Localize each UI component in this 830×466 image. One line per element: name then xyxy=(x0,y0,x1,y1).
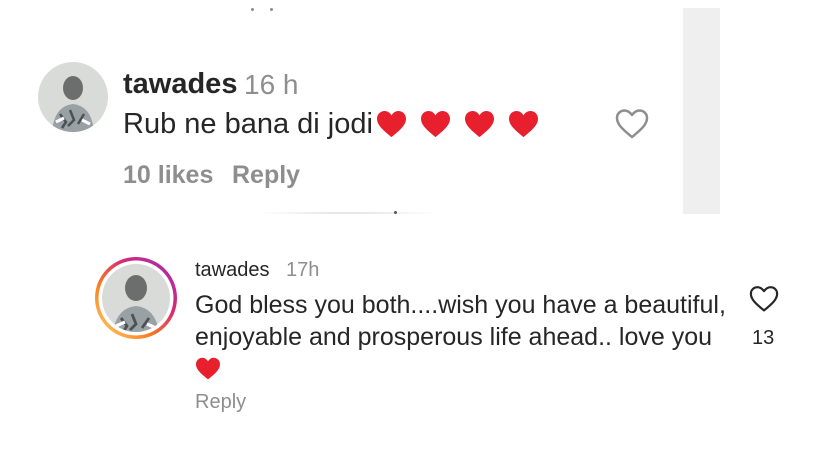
avatar[interactable] xyxy=(38,62,108,132)
comment-body: Rub ne bana di jodi xyxy=(123,108,373,140)
avatar-photo xyxy=(95,257,177,339)
heart-emoji xyxy=(376,110,406,138)
like-count: 13 xyxy=(752,327,775,349)
scroll-strip xyxy=(683,8,720,214)
comment-username[interactable]: tawades xyxy=(123,68,237,101)
likes-count[interactable]: 10 likes xyxy=(123,161,213,190)
reply-button[interactable]: Reply xyxy=(232,161,300,190)
avatar-story-ring[interactable] xyxy=(94,256,178,340)
comment-username[interactable]: tawades xyxy=(195,259,270,282)
top-separator-dot xyxy=(270,8,273,11)
heart-emoji xyxy=(464,110,494,138)
emoji-group xyxy=(376,110,539,139)
heart-emoji xyxy=(420,110,450,138)
comment-divider xyxy=(258,212,438,214)
heart-emoji xyxy=(508,110,538,138)
emoji-line xyxy=(195,357,735,385)
heart-outline-icon[interactable] xyxy=(614,108,650,140)
comment-time: 17h xyxy=(286,259,320,281)
comment-text: Rub ne bana di jodi xyxy=(123,108,539,141)
divider-dot xyxy=(394,211,397,214)
heart-emoji xyxy=(196,357,220,380)
top-separator-dot xyxy=(251,8,254,11)
heart-outline-icon[interactable] xyxy=(748,285,780,313)
comment-text: God bless you both....wish you have a be… xyxy=(195,289,735,385)
comment-time: 16 h xyxy=(244,69,299,100)
avatar-photo xyxy=(38,62,108,132)
reply-button[interactable]: Reply xyxy=(195,391,246,414)
comment-body: God bless you both....wish you have a be… xyxy=(195,291,726,351)
